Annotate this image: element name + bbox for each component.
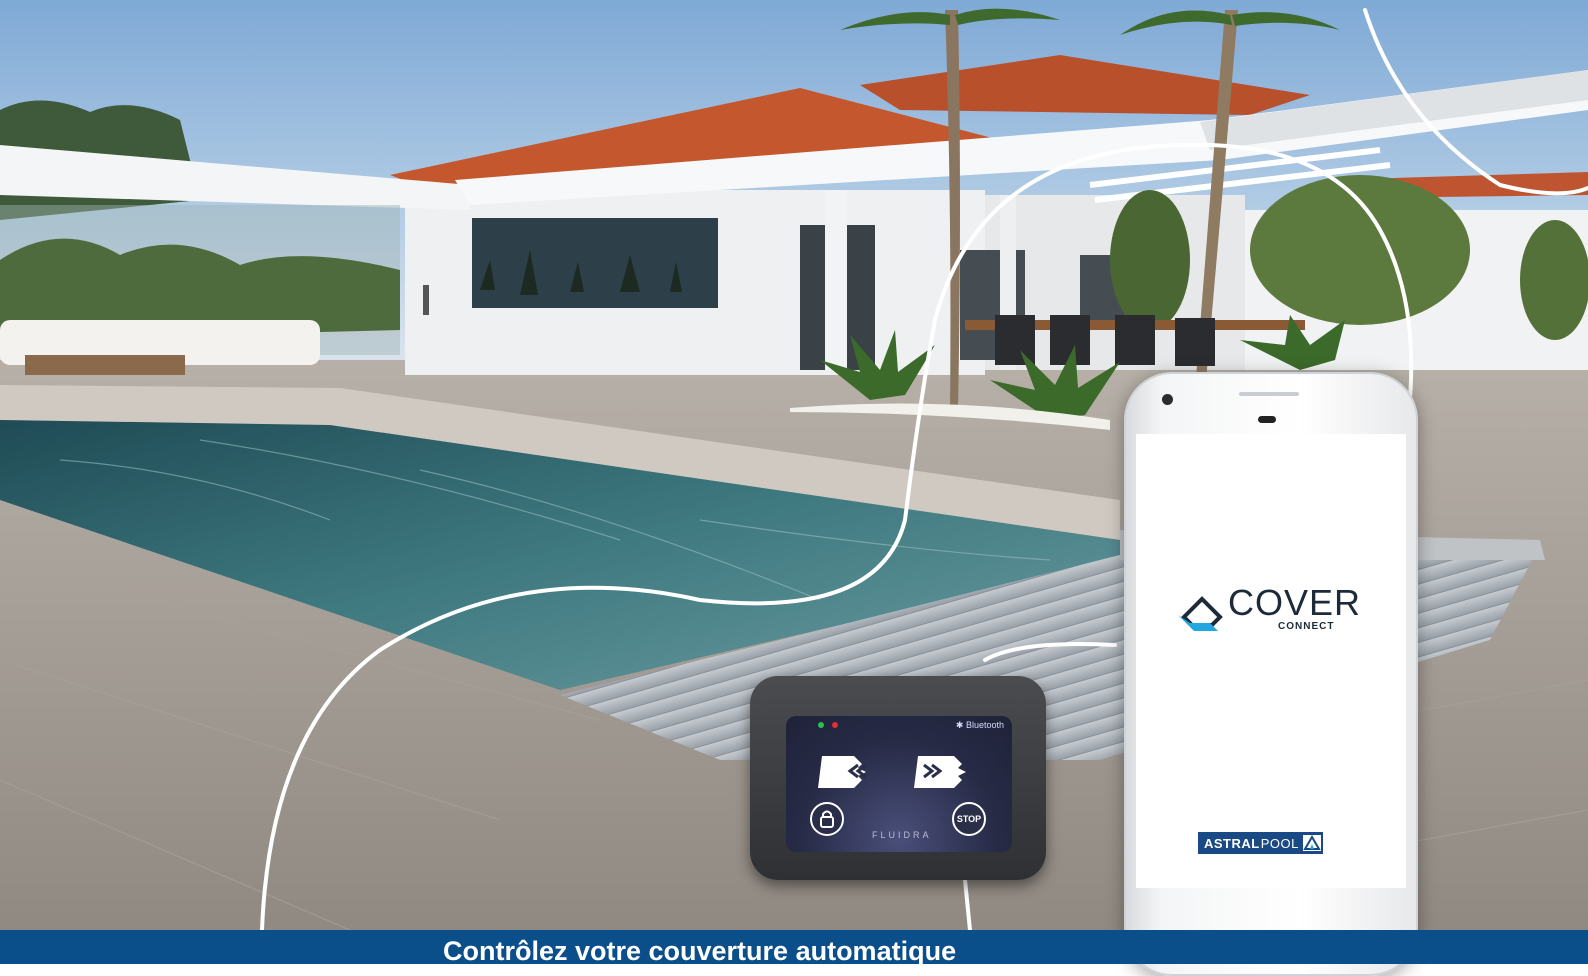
status-led-red <box>832 722 838 728</box>
lock-icon <box>820 810 834 828</box>
app-splash-screen: COVER CONNECT ASTRAL POOL <box>1136 434 1406 888</box>
astralpool-logo: ASTRAL POOL <box>1198 832 1323 854</box>
bottom-banner: Contrôlez votre couverture automatique <box>0 930 1588 964</box>
brand-bold-text: ASTRAL <box>1204 835 1260 851</box>
phone-speaker <box>1258 416 1276 423</box>
cover-open-icon[interactable] <box>814 752 878 790</box>
cover-remote-control: ✱ Bluetooth STOP FLUIDRA <box>750 676 1046 880</box>
app-logo-title: COVER <box>1228 582 1362 623</box>
brand-light-text: POOL <box>1260 835 1299 851</box>
remote-panel: ✱ Bluetooth STOP FLUIDRA <box>786 716 1012 852</box>
stop-button[interactable]: STOP <box>952 802 986 836</box>
banner-headline: Contrôlez votre couverture automatique <box>443 936 957 964</box>
bluetooth-label: ✱ Bluetooth <box>955 720 1004 730</box>
phone-camera <box>1162 394 1173 405</box>
fluidra-brand-label: FLUIDRA <box>872 830 932 840</box>
cover-close-icon[interactable] <box>910 752 974 790</box>
astralpool-mark-icon <box>1302 835 1321 851</box>
app-logo-subtitle: CONNECT <box>1278 621 1335 632</box>
status-led-green <box>818 722 824 728</box>
lock-button[interactable] <box>810 802 844 836</box>
smartphone: COVER CONNECT ASTRAL POOL <box>1124 372 1418 976</box>
phone-earpiece-slit <box>1239 392 1299 396</box>
